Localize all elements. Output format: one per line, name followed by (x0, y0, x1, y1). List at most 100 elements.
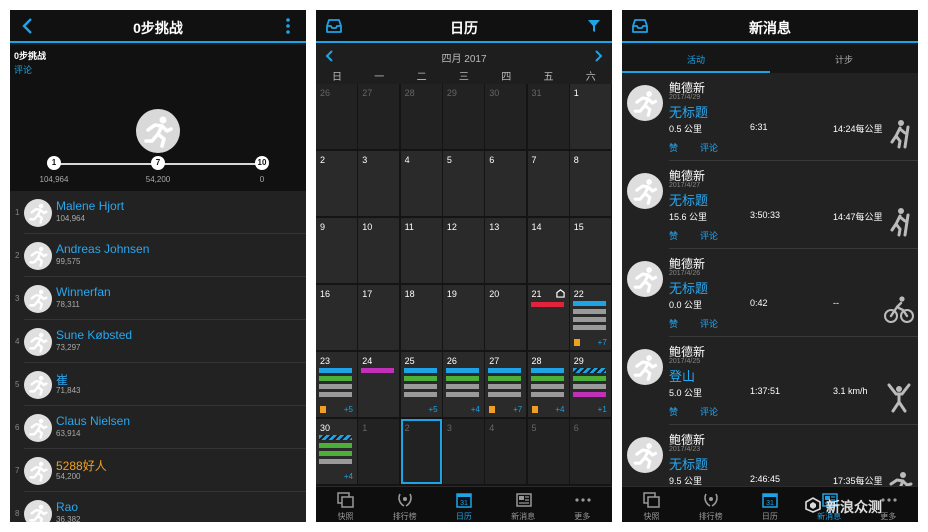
calendar-day[interactable]: 11 (400, 218, 442, 283)
leaderboard-row[interactable]: 1 Malene Hjort 104,964 (10, 191, 306, 234)
activity-item[interactable]: 鲍德新 2017/4/29 无标题 0.5 公里 6:31 14:24每公里赞评论 (622, 73, 918, 161)
calendar-day[interactable]: 12 (442, 218, 484, 283)
like-button[interactable]: 赞 (669, 317, 678, 330)
user-avatar[interactable] (627, 437, 663, 473)
tab-news[interactable]: 新消息 (494, 487, 553, 522)
calendar-day[interactable]: 27 (358, 84, 400, 149)
tab-laurel[interactable]: 排行榜 (375, 487, 434, 522)
tab-laurel[interactable]: 排行榜 (681, 487, 740, 522)
user-name[interactable]: Malene Hjort (56, 199, 124, 213)
comment-button[interactable]: 评论 (700, 229, 718, 242)
calendar-day[interactable]: 25 +5 (400, 352, 442, 417)
user-name[interactable]: Sune Købsted (56, 328, 132, 342)
comment-link[interactable]: 评论 (14, 63, 32, 76)
activity-item[interactable]: 鲍德新 2017/4/26 无标题 0.0 公里 0:42 -- 赞评论 (622, 249, 918, 337)
calendar-day[interactable]: 18 (400, 285, 442, 350)
leaderboard-row[interactable]: 6 Claus Nielsen 63,914 (10, 406, 306, 449)
calendar-day[interactable]: 29 (442, 84, 484, 149)
comment-button[interactable]: 评论 (700, 405, 718, 418)
calendar-day[interactable]: 22 +7 (569, 285, 611, 350)
calendar-day[interactable]: 24 (358, 352, 400, 417)
calendar-day[interactable]: 20 (485, 285, 527, 350)
calendar-day[interactable]: 5 (527, 419, 569, 484)
leaderboard-row[interactable]: 8 Rao 36,382 (10, 492, 306, 522)
like-button[interactable]: 赞 (669, 141, 678, 154)
leaderboard-row[interactable]: 5 崔 71,843 (10, 363, 306, 406)
calendar-day[interactable]: 19 (442, 285, 484, 350)
runner-icon (627, 261, 663, 297)
activity-title[interactable]: 无标题 (669, 190, 708, 209)
comment-button[interactable]: 评论 (700, 141, 718, 154)
calendar-day[interactable]: 7 (527, 151, 569, 216)
comment-button[interactable]: 评论 (700, 317, 718, 330)
calendar-day[interactable]: 4 (400, 151, 442, 216)
calendar-day[interactable]: 30 +4 (316, 419, 357, 484)
calendar-day[interactable]: 21 (527, 285, 569, 350)
user-avatar[interactable] (627, 261, 663, 297)
activity-item[interactable]: 鲍德新 2017/4/25 登山 5.0 公里 1:37:51 3.1 km/h 赞评论 (622, 337, 918, 425)
watermark-logo-icon (804, 496, 822, 514)
leaderboard-row[interactable]: 3 Winnerfan 78,311 (10, 277, 306, 320)
tab-calendar[interactable]: 31 日历 (740, 487, 799, 522)
calendar-day[interactable]: 4 (485, 419, 527, 484)
activity-title[interactable]: 登山 (669, 366, 695, 385)
calendar-day[interactable]: 17 (358, 285, 400, 350)
leaderboard-row[interactable]: 2 Andreas Johnsen 99,575 (10, 234, 306, 277)
calendar-day[interactable]: 27 +7 (485, 352, 527, 417)
leaderboard-row[interactable]: 4 Sune Købsted 73,297 (10, 320, 306, 363)
calendar-day[interactable]: 28 +4 (527, 352, 569, 417)
rank-number: 1 (15, 208, 20, 217)
calendar-day[interactable]: 26 (316, 84, 357, 149)
activity-title[interactable]: 无标题 (669, 102, 708, 121)
filter-icon[interactable] (584, 16, 604, 36)
like-button[interactable]: 赞 (669, 229, 678, 242)
activity-item[interactable]: 鲍德新 2017/4/27 无标题 15.6 公里 3:50:33 14:47每公里赞评论 (622, 161, 918, 249)
calendar-day[interactable]: 5 (442, 151, 484, 216)
calendar-day[interactable]: 29 +1 (569, 352, 611, 417)
calendar-day[interactable]: 23 +5 (316, 352, 357, 417)
calendar-day[interactable]: 1 (358, 419, 400, 484)
user-name[interactable]: Claus Nielsen (56, 414, 130, 428)
calendar-day[interactable]: 31 (527, 84, 569, 149)
next-month-icon[interactable] (592, 50, 604, 62)
user-avatar[interactable] (627, 173, 663, 209)
calendar-day[interactable]: 2 (316, 151, 357, 216)
calendar-day[interactable]: 15 (569, 218, 611, 283)
user-name[interactable]: Winnerfan (56, 285, 111, 299)
tab-snapshot[interactable]: 快照 (316, 487, 375, 522)
calendar-day[interactable]: 9 (316, 218, 357, 283)
calendar-day[interactable]: 14 (527, 218, 569, 283)
tab-more[interactable]: 更多 (553, 487, 612, 522)
day-number: 6 (573, 423, 579, 433)
segment-activities[interactable]: 活动 (622, 53, 770, 66)
leaderboard-row[interactable]: 7 5288好人 54,200 (10, 449, 306, 492)
activity-bar (361, 368, 395, 373)
user-avatar[interactable] (627, 85, 663, 121)
calendar-day[interactable]: 3 (442, 419, 484, 484)
segment-steps[interactable]: 计步 (770, 53, 918, 66)
calendar-day[interactable]: 1 (569, 84, 611, 149)
activity-title[interactable]: 无标题 (669, 454, 708, 473)
user-avatar (24, 500, 52, 522)
tab-calendar[interactable]: 31 日历 (434, 487, 493, 522)
calendar-day[interactable]: 13 (485, 218, 527, 283)
calendar-day[interactable]: 30 (485, 84, 527, 149)
calendar-day[interactable]: 6 (485, 151, 527, 216)
calendar-day[interactable]: 3 (358, 151, 400, 216)
calendar-day[interactable]: 28 (400, 84, 442, 149)
calendar-day[interactable]: 8 (569, 151, 611, 216)
user-name[interactable]: Rao (56, 500, 78, 514)
calendar-day[interactable]: 6 (569, 419, 611, 484)
overflow-menu-icon[interactable] (278, 16, 298, 36)
calendar-day[interactable]: 10 (358, 218, 400, 283)
calendar-day[interactable]: 16 (316, 285, 357, 350)
calendar-day[interactable]: 2 (400, 419, 442, 484)
climbing-icon (883, 381, 915, 413)
like-button[interactable]: 赞 (669, 405, 678, 418)
tab-snapshot[interactable]: 快照 (622, 487, 681, 522)
user-name[interactable]: Andreas Johnsen (56, 242, 149, 256)
activity-bar (319, 376, 352, 381)
user-avatar[interactable] (627, 349, 663, 385)
calendar-day[interactable]: 26 +4 (442, 352, 484, 417)
activity-title[interactable]: 无标题 (669, 278, 708, 297)
